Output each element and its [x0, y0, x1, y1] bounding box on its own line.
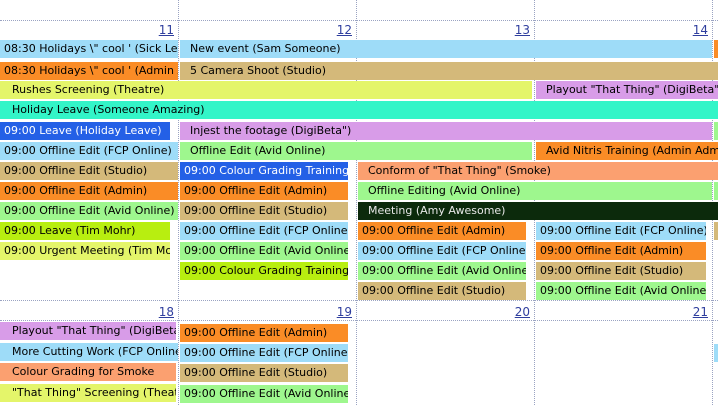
event-colour-grading-smoke[interactable]: Colour Grading for Smoke — [0, 363, 176, 381]
week-divider — [0, 300, 718, 301]
event-offline-edit-avid[interactable]: 09:00 Offline Edit (Avid Online) — [180, 242, 348, 260]
event-offline-edit-fcp[interactable]: 09:00 Offline Edit (FCP Online) — [536, 222, 706, 240]
day-number-12[interactable]: 12 — [322, 23, 352, 37]
event-new-event[interactable]: New event (Sam Someone) — [180, 40, 712, 58]
event-urgent-meeting[interactable]: 09:00 Urgent Meeting (Tim Mohr) — [0, 242, 170, 260]
event-offline-edit-avid[interactable]: 09:00 Offline Edit (Avid Online) — [180, 385, 348, 403]
event-offline-edit-admin[interactable]: 09:00 Offline Edit (Admin) — [358, 222, 526, 240]
event-offline-edit-admin[interactable]: 09:00 Offline Edit (Admin) — [180, 182, 348, 200]
day-number-13[interactable]: 13 — [500, 23, 530, 37]
week-divider — [0, 20, 718, 21]
event-colour-grading-training[interactable]: 09:00 Colour Grading Training (Ho — [180, 162, 348, 180]
event-overflow-marker[interactable] — [714, 182, 718, 200]
event-offline-edit-fcp[interactable]: 09:00 Offline Edit (FCP Online) — [358, 242, 526, 260]
day-divider — [356, 0, 357, 405]
event-camera-shoot[interactable]: 5 Camera Shoot (Studio) — [180, 62, 718, 80]
event-offline-edit-studio[interactable]: 09:00 Offline Edit (Studio) — [180, 202, 348, 220]
day-number-18[interactable]: 18 — [144, 305, 174, 319]
event-offline-edit-fcp[interactable]: 09:00 Offline Edit (FCP Online) — [0, 142, 178, 160]
event-offline-edit-avid[interactable]: Offline Edit (Avid Online) — [180, 142, 532, 160]
event-holidays-admin[interactable]: 08:30 Holidays \" cool ' (Admin Admin) — [0, 62, 178, 80]
event-overflow-marker[interactable] — [714, 344, 718, 362]
event-leave-tim-mohr[interactable]: 09:00 Leave (Tim Mohr) — [0, 222, 170, 240]
event-conform-that-thing[interactable]: Conform of "That Thing" (Smoke) — [358, 162, 718, 180]
event-meeting[interactable]: Meeting (Amy Awesome) — [358, 202, 718, 220]
event-offline-edit-admin[interactable]: 09:00 Offline Edit (Admin) — [536, 242, 706, 260]
event-overflow-marker[interactable] — [714, 222, 718, 240]
day-number-14[interactable]: 14 — [678, 23, 708, 37]
event-offline-edit-studio[interactable]: 09:00 Offline Edit (Studio) — [358, 282, 526, 300]
event-offline-edit-studio[interactable]: 09:00 Offline Edit (Studio) — [536, 262, 706, 280]
day-number-20[interactable]: 20 — [500, 305, 530, 319]
event-holiday-leave[interactable]: Holiday Leave (Someone Amazing) — [0, 101, 718, 119]
event-playout-that-thing[interactable]: Playout "That Thing" (DigiBeta") — [536, 81, 718, 99]
day-number-21[interactable]: 21 — [678, 305, 708, 319]
event-offline-edit-studio[interactable]: 09:00 Offline Edit (Studio) — [0, 162, 178, 180]
event-offline-edit-studio[interactable]: 09:00 Offline Edit (Studio) — [180, 364, 348, 382]
day-divider — [178, 0, 179, 405]
event-injest-footage[interactable]: Injest the footage (DigiBeta") — [180, 122, 712, 140]
event-offline-edit-fcp[interactable]: 09:00 Offline Edit (FCP Online) — [180, 222, 348, 240]
event-holidays-sick-leave[interactable]: 08:30 Holidays \" cool ' (Sick Leave) — [0, 40, 178, 58]
event-overflow-marker[interactable] — [714, 40, 718, 58]
event-offline-edit-admin[interactable]: 09:00 Offline Edit (Admin) — [180, 324, 348, 342]
event-colour-grading-training[interactable]: 09:00 Colour Grading Training (Tim — [180, 262, 348, 280]
event-playout-that-thing[interactable]: Playout "That Thing" (DigiBeta") — [0, 322, 176, 340]
event-offline-edit-admin[interactable]: 09:00 Offline Edit (Admin) — [0, 182, 178, 200]
event-offline-editing-avid[interactable]: Offline Editing (Avid Online) — [358, 182, 712, 200]
event-more-cutting-work[interactable]: More Cutting Work (FCP Online) — [0, 343, 178, 361]
event-avid-nitris-training[interactable]: Avid Nitris Training (Admin Admin) — [536, 142, 718, 160]
day-number-11[interactable]: 11 — [144, 23, 174, 37]
event-offline-edit-avid[interactable]: 09:00 Offline Edit (Avid Online) — [358, 262, 526, 280]
event-offline-edit-avid[interactable]: 09:00 Offline Edit (Avid Online) — [536, 282, 706, 300]
week-divider — [0, 320, 718, 321]
event-offline-edit-fcp[interactable]: 09:00 Offline Edit (FCP Online) — [180, 344, 348, 362]
day-number-19[interactable]: 19 — [322, 305, 352, 319]
event-that-thing-screening[interactable]: "That Thing" Screening (Theatre) — [0, 384, 176, 402]
event-offline-edit-avid[interactable]: 09:00 Offline Edit (Avid Online) — [0, 202, 178, 220]
event-overflow-marker[interactable] — [714, 122, 718, 140]
event-rushes-screening[interactable]: Rushes Screening (Theatre) — [0, 81, 532, 99]
event-leave-holiday-leave[interactable]: 09:00 Leave (Holiday Leave) — [0, 122, 170, 140]
